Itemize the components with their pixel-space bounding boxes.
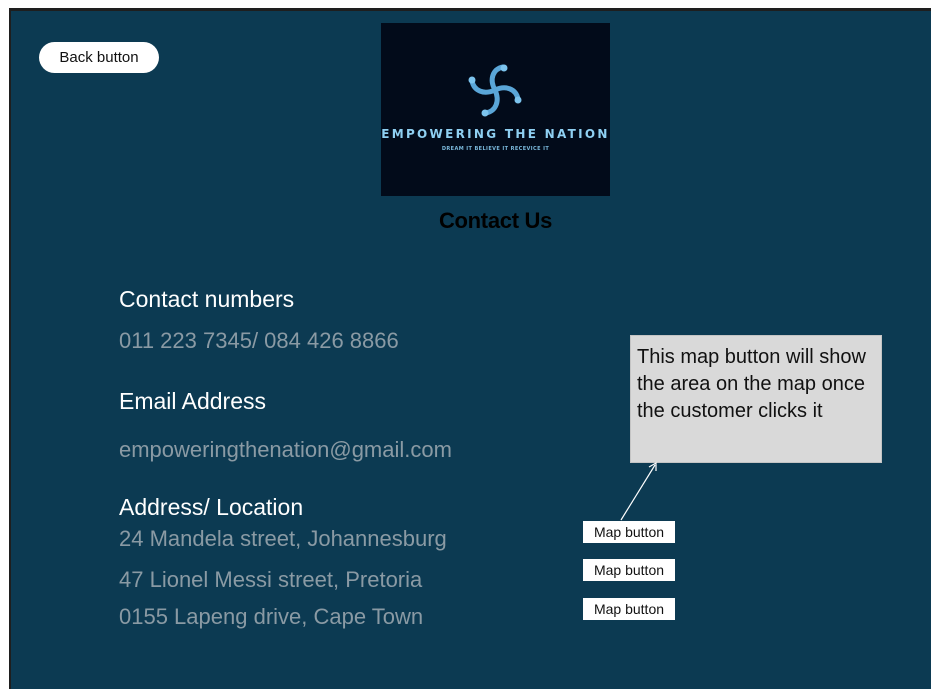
logo-title: EMPOWERING THE NATION xyxy=(381,127,610,141)
email-value: empoweringthenation@gmail.com xyxy=(119,437,452,462)
address-line-johannesburg: 24 Mandela street, Johannesburg xyxy=(119,526,447,551)
map-button-pretoria[interactable]: Map button xyxy=(583,559,675,581)
address-line-cape-town: 0155 Lapeng drive, Cape Town xyxy=(119,604,424,629)
page-frame: Back button EMPOWERING THE NATION DREAM … xyxy=(0,0,933,689)
map-button-cape-town[interactable]: Map button xyxy=(583,598,675,620)
contact-screen: Back button EMPOWERING THE NATION DREAM … xyxy=(9,8,931,689)
address-heading: Address/ Location xyxy=(119,494,304,520)
swirl-logo-icon xyxy=(468,64,522,117)
contact-numbers-value: 011 223 7345/ 084 426 8866 xyxy=(119,328,399,353)
map-button-johannesburg[interactable]: Map button xyxy=(583,521,675,543)
annotation-note: This map button will show the area on th… xyxy=(630,335,882,463)
page-title: Contact Us xyxy=(438,208,553,233)
address-line-pretoria: 47 Lionel Messi street, Pretoria xyxy=(119,567,423,592)
back-button[interactable]: Back button xyxy=(39,42,159,73)
logo: EMPOWERING THE NATION DREAM IT BELIEVE I… xyxy=(381,23,610,196)
logo-tagline: DREAM IT BELIEVE IT RECEVICE IT xyxy=(441,146,550,152)
contact-numbers-heading: Contact numbers xyxy=(119,286,295,312)
email-heading: Email Address xyxy=(119,388,267,414)
